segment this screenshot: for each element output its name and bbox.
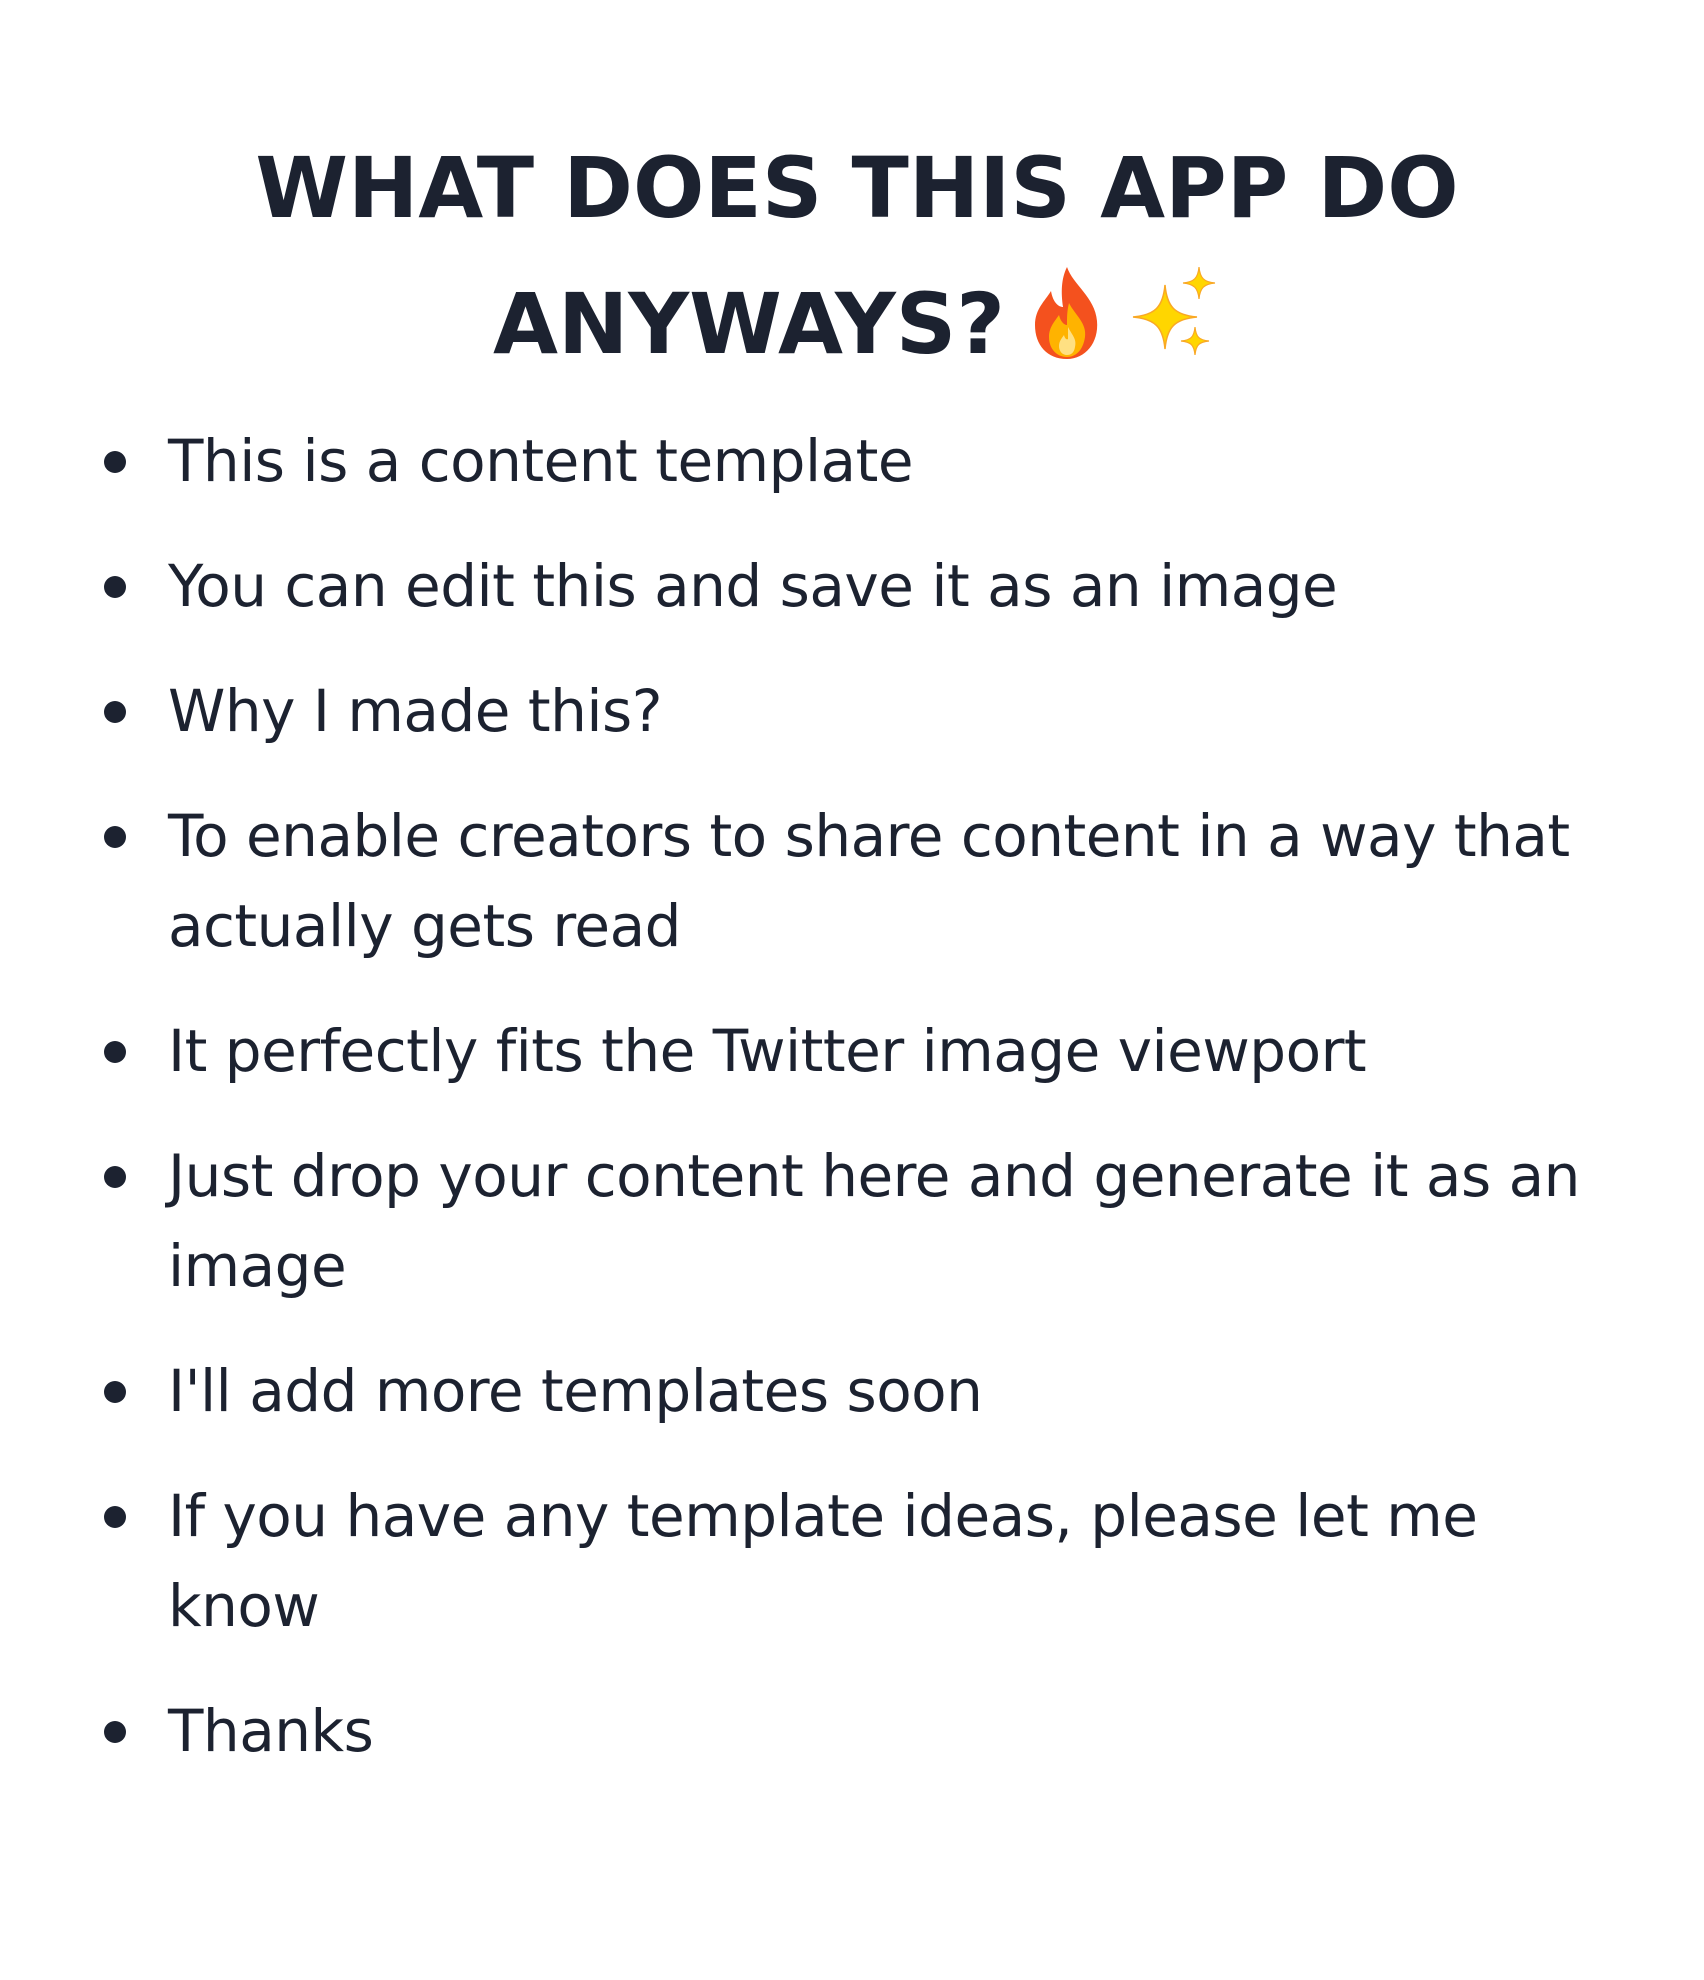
bullet-icon bbox=[104, 1506, 126, 1528]
list-item: This is a content template bbox=[100, 416, 1614, 506]
sparkles-icon bbox=[1129, 263, 1221, 402]
list-item: Just drop your content here and generate… bbox=[100, 1131, 1614, 1311]
bullet-icon bbox=[104, 826, 126, 848]
list-item-text: Just drop your content here and generate… bbox=[168, 1142, 1580, 1300]
list-item: I'll add more templates soon bbox=[100, 1346, 1614, 1436]
list-item: If you have any template ideas, please l… bbox=[100, 1471, 1614, 1651]
page-title: WHAT DOES THIS APP DO ANYWAYS? bbox=[207, 120, 1507, 402]
bullet-icon bbox=[104, 1721, 126, 1743]
list-item: It perfectly fits the Twitter image view… bbox=[100, 1006, 1614, 1096]
page-title-text: WHAT DOES THIS APP DO ANYWAYS? bbox=[255, 139, 1459, 373]
bullet-icon bbox=[104, 576, 126, 598]
list-item: Why I made this? bbox=[100, 666, 1614, 756]
bullet-icon bbox=[104, 1381, 126, 1403]
list-item-text: It perfectly fits the Twitter image view… bbox=[168, 1017, 1367, 1085]
bullet-icon bbox=[104, 1166, 126, 1188]
list-item: You can edit this and save it as an imag… bbox=[100, 541, 1614, 631]
content-list: This is a content template You can edit … bbox=[100, 416, 1614, 1776]
bullet-icon bbox=[104, 701, 126, 723]
list-item-text: This is a content template bbox=[168, 427, 914, 495]
list-item-text: Why I made this? bbox=[168, 677, 663, 745]
list-item-text: If you have any template ideas, please l… bbox=[168, 1482, 1478, 1640]
bullet-icon bbox=[104, 1041, 126, 1063]
list-item-text: You can edit this and save it as an imag… bbox=[168, 552, 1338, 620]
list-item-text: To enable creators to share content in a… bbox=[168, 802, 1570, 960]
list-item: Thanks bbox=[100, 1686, 1614, 1776]
bullet-icon bbox=[104, 451, 126, 473]
content-card: WHAT DOES THIS APP DO ANYWAYS? This is a… bbox=[0, 0, 1704, 1980]
list-item-text: I'll add more templates soon bbox=[168, 1357, 983, 1425]
fire-icon bbox=[1025, 263, 1109, 402]
list-item: To enable creators to share content in a… bbox=[100, 791, 1614, 971]
list-item-text: Thanks bbox=[168, 1697, 374, 1765]
